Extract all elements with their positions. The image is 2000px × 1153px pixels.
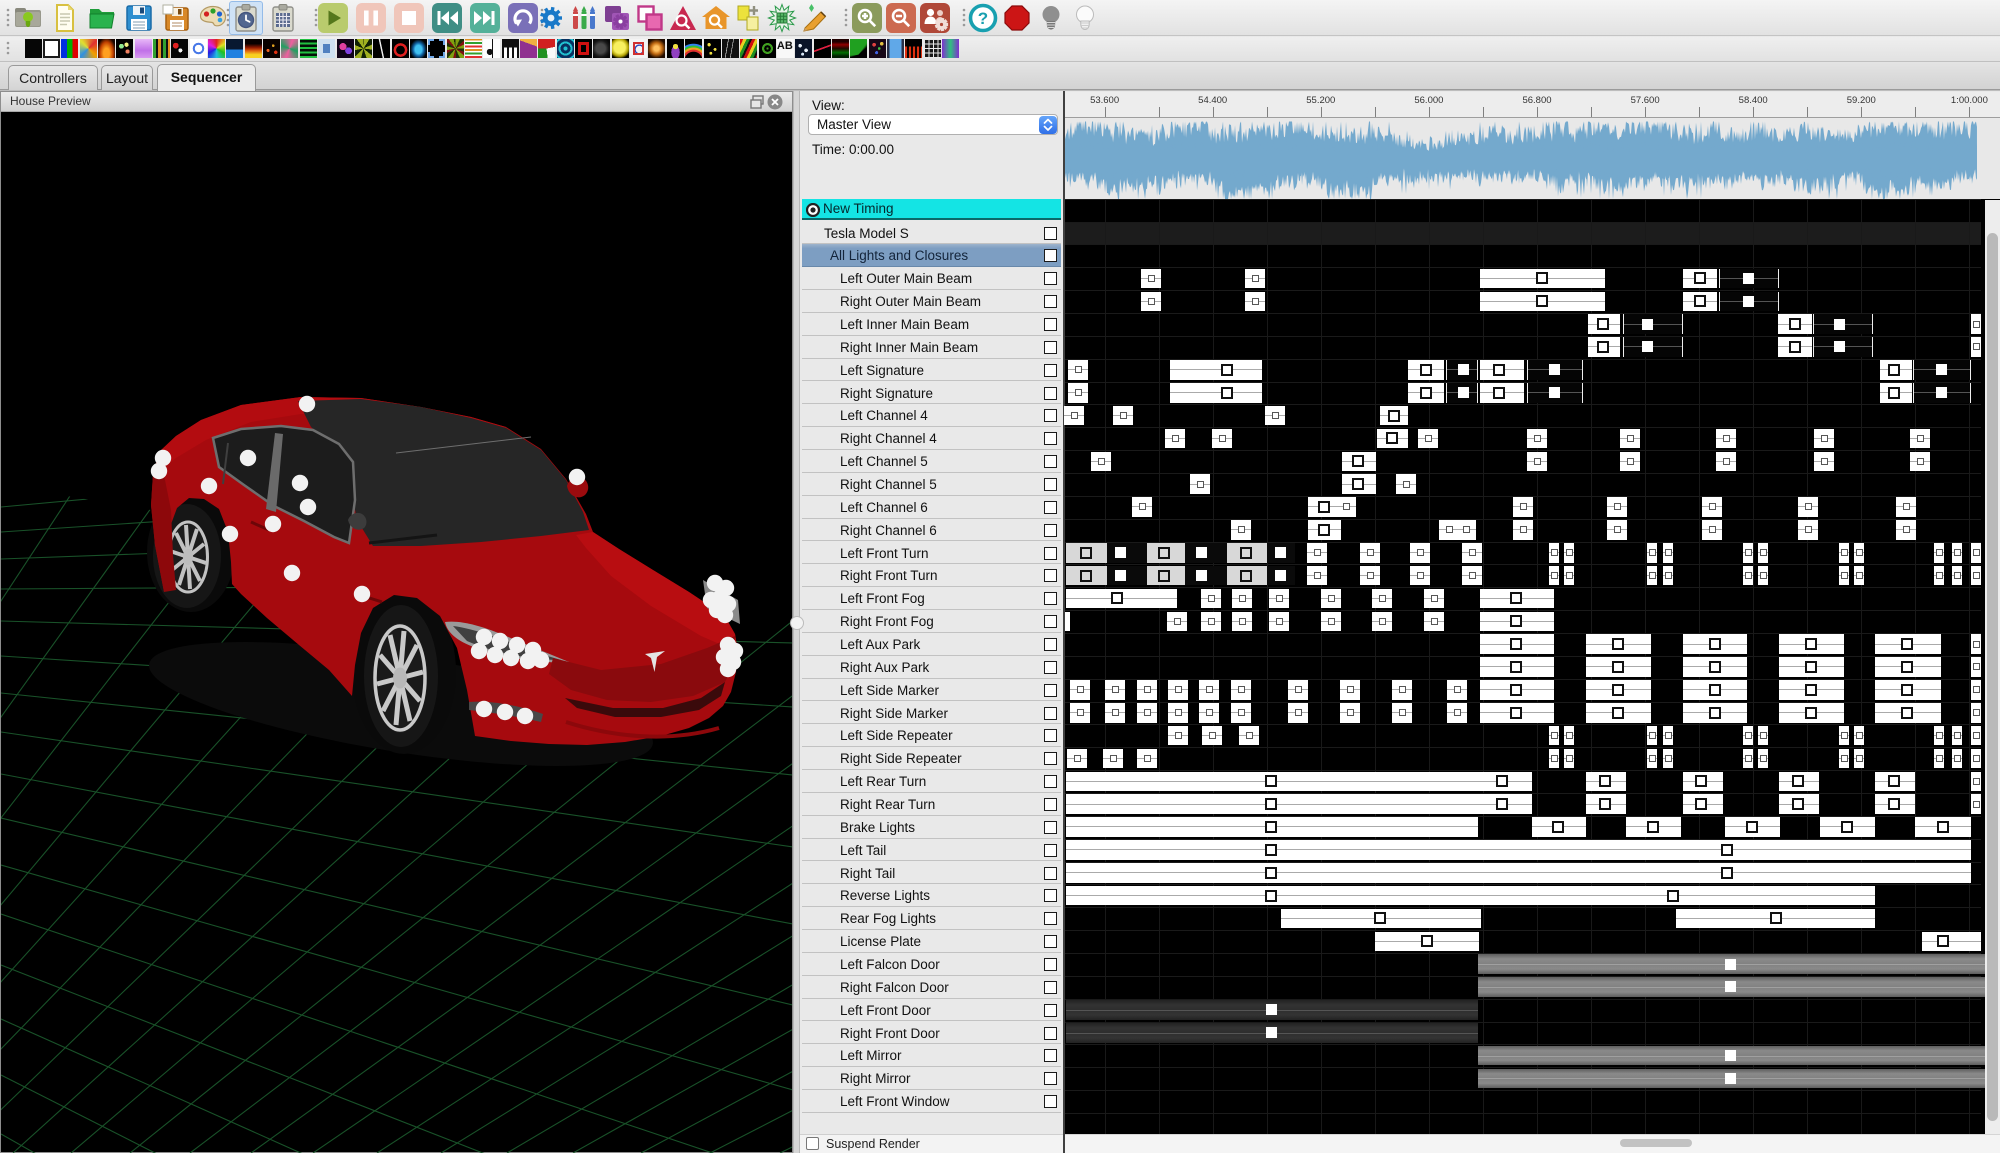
svg-text:?: ? bbox=[978, 9, 988, 28]
